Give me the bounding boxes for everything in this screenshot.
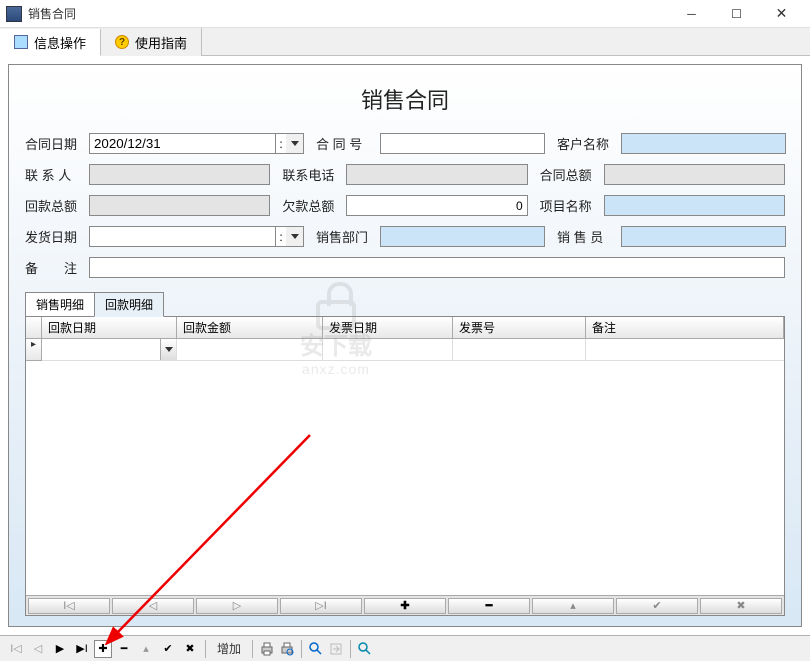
grid-body[interactable] (26, 339, 784, 595)
grid-col-invoice-date[interactable]: 发票日期 (323, 317, 453, 339)
repay-total-label: 回款总额 (25, 196, 89, 215)
tb-delete-button[interactable]: ━ (114, 639, 134, 659)
page-title: 销售合同 (25, 83, 785, 115)
grid-row-header (26, 317, 42, 339)
grid-nav-prev[interactable]: ◁ (112, 598, 194, 614)
main-panel: 销售合同 合同日期 : 合 同 号 客户名称 联 (8, 64, 802, 627)
grid-nav-last[interactable]: ▷I (280, 598, 362, 614)
cell-invoice-no[interactable] (453, 339, 586, 361)
customer-name-label: 客户名称 (557, 134, 621, 153)
search-icon[interactable] (307, 640, 325, 658)
export-icon[interactable] (327, 640, 345, 658)
find-icon[interactable] (356, 640, 374, 658)
grid-col-invoice-no[interactable]: 发票号 (453, 317, 586, 339)
toolbar-separator (252, 640, 253, 658)
print-icon[interactable] (258, 640, 276, 658)
tb-first-icon[interactable]: I◁ (6, 639, 26, 659)
contract-total-label: 合同总额 (540, 165, 604, 184)
sales-dept-input[interactable] (380, 226, 545, 247)
project-name-label: 项目名称 (540, 196, 604, 215)
minimize-button[interactable]: ─ (669, 3, 714, 25)
ship-date-dropdown[interactable] (286, 226, 304, 247)
info-icon (14, 35, 28, 49)
grid-navigator: I◁ ◁ ▷ ▷I ✚ ━ ▴ ✔ ✖ (26, 595, 784, 615)
cell-repay-amount[interactable] (177, 339, 323, 361)
tab-info-label: 信息操作 (34, 33, 86, 52)
repay-total-input[interactable] (89, 195, 270, 216)
grid-nav-next[interactable]: ▷ (196, 598, 278, 614)
toolbar-separator (301, 640, 302, 658)
row-indicator-icon (26, 339, 42, 361)
bottom-toolbar: I◁ ◁ ▶ ▶I ✚ ━ ▴ ✔ ✖ 增加 (0, 635, 810, 661)
tb-next-icon[interactable]: ▶ (50, 639, 70, 659)
remark-input[interactable] (89, 257, 785, 278)
subtab-sales-detail[interactable]: 销售明细 (25, 292, 95, 317)
grid-nav-first[interactable]: I◁ (28, 598, 110, 614)
tab-guide[interactable]: ? 使用指南 (101, 28, 202, 56)
tb-post-icon[interactable]: ✔ (158, 639, 178, 659)
content-area: 销售合同 合同日期 : 合 同 号 客户名称 联 (0, 56, 810, 635)
customer-name-input[interactable] (621, 133, 786, 154)
cell-date-dropdown[interactable] (160, 339, 176, 360)
tb-edit-icon[interactable]: ▴ (136, 639, 156, 659)
maximize-button[interactable]: ☐ (714, 3, 759, 25)
debt-total-input[interactable] (346, 195, 527, 216)
detail-grid: 回款日期 回款金额 发票日期 发票号 备注 (25, 316, 785, 616)
grid-col-repay-date[interactable]: 回款日期 (42, 317, 177, 339)
tb-add-label[interactable]: 增加 (217, 640, 241, 657)
grid-nav-delete[interactable]: ━ (448, 598, 530, 614)
tb-cancel-icon[interactable]: ✖ (180, 639, 200, 659)
tb-add-button[interactable]: ✚ (94, 640, 112, 658)
tb-prev-icon[interactable]: ◁ (28, 639, 48, 659)
print-preview-icon[interactable] (278, 640, 296, 658)
help-icon: ? (115, 35, 129, 49)
tab-guide-label: 使用指南 (135, 33, 187, 52)
contract-date-input[interactable] (89, 133, 276, 154)
contract-no-label: 合 同 号 (316, 134, 380, 153)
contact-input[interactable] (89, 164, 270, 185)
tab-info[interactable]: 信息操作 (0, 29, 101, 56)
main-tabstrip: 信息操作 ? 使用指南 (0, 28, 810, 56)
contract-date-label: 合同日期 (25, 134, 89, 153)
grid-nav-cancel[interactable]: ✖ (700, 598, 782, 614)
grid-nav-edit[interactable]: ▴ (532, 598, 614, 614)
contract-no-input[interactable] (380, 133, 545, 154)
title-bar: 销售合同 ─ ☐ ✕ (0, 0, 810, 28)
phone-input[interactable] (346, 164, 527, 185)
salesperson-label: 销 售 员 (557, 227, 621, 246)
ship-date-input[interactable] (89, 226, 276, 247)
contact-label: 联 系 人 (25, 165, 89, 184)
sales-dept-label: 销售部门 (316, 227, 380, 246)
window-title: 销售合同 (28, 5, 669, 22)
toolbar-separator (205, 640, 206, 658)
cell-remark[interactable] (586, 339, 784, 361)
cell-invoice-date[interactable] (323, 339, 453, 361)
grid-nav-add[interactable]: ✚ (364, 598, 446, 614)
grid-col-remark[interactable]: 备注 (586, 317, 784, 339)
grid-col-repay-amount[interactable]: 回款金额 (177, 317, 323, 339)
tb-last-icon[interactable]: ▶I (72, 639, 92, 659)
project-name-input[interactable] (604, 195, 785, 216)
detail-subtabs: 销售明细 回款明细 (25, 292, 785, 317)
toolbar-separator (350, 640, 351, 658)
grid-nav-post[interactable]: ✔ (616, 598, 698, 614)
close-button[interactable]: ✕ (759, 3, 804, 25)
subtab-repay-detail[interactable]: 回款明细 (94, 292, 164, 317)
ship-date-label: 发货日期 (25, 227, 89, 246)
cell-repay-date[interactable] (42, 339, 177, 361)
contract-total-input[interactable] (604, 164, 785, 185)
debt-total-label: 欠款总额 (282, 196, 346, 215)
phone-label: 联系电话 (282, 165, 346, 184)
remark-label: 备 注 (25, 258, 89, 277)
app-icon (6, 6, 22, 22)
contract-date-dropdown[interactable] (286, 133, 304, 154)
salesperson-input[interactable] (621, 226, 786, 247)
grid-row[interactable] (26, 339, 784, 361)
